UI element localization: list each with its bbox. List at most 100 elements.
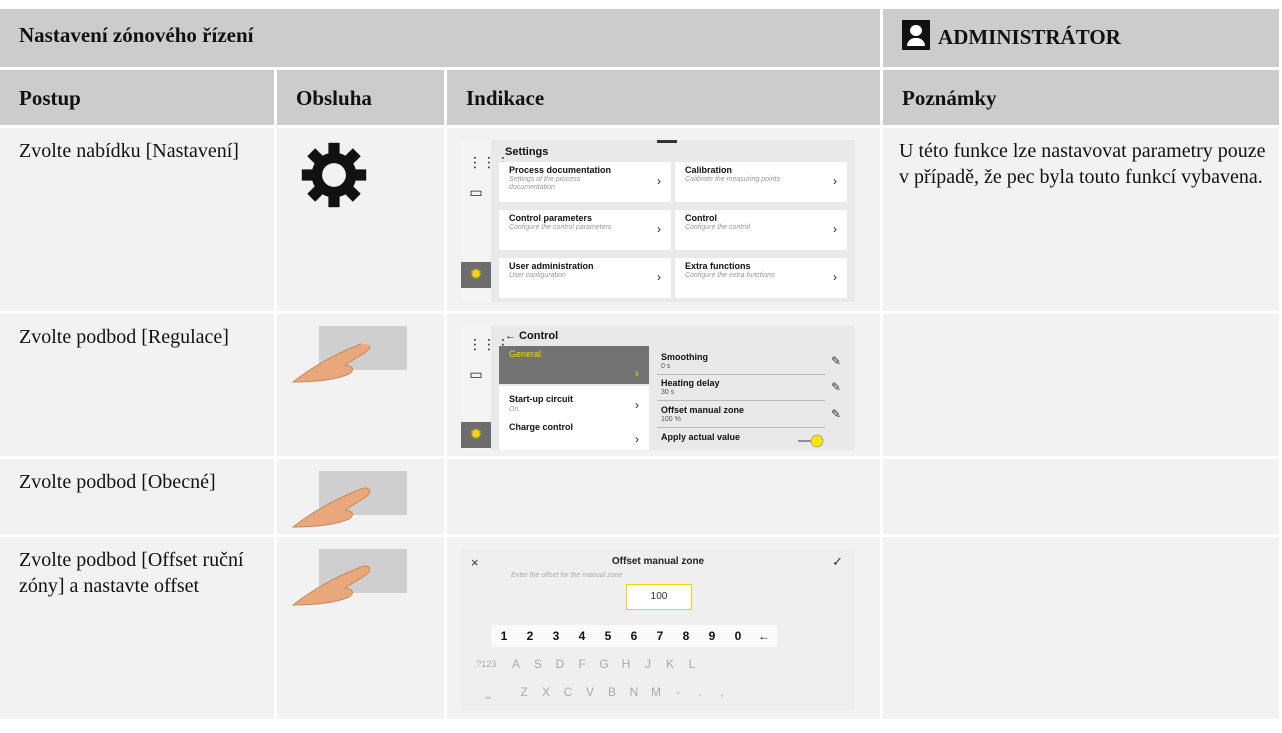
settings-nav-item: ✹ [461,262,491,288]
table-row: Zvolte nabídku [Nastavení] ⋮⋮⋮ ▭ ✹ Setti… [0,128,1282,314]
role-label: ADMINISTRÁTOR [883,9,1279,50]
col-indikace: Indikace [466,86,545,110]
card-subtitle: User configuration [509,272,566,279]
card-title: User administration [509,261,594,271]
procedure-table: Nastavení zónového řízení ADMINISTRÁTOR … [0,9,1282,722]
setting-title: Offset manual zone [661,405,745,415]
step-text: Zvolte podbod [Offset ruční zóny] a nast… [19,549,244,597]
control-general-item: General › [499,346,649,384]
card-title: Calibration [685,165,733,175]
toggle-switch [798,434,824,448]
chevron-right-icon: › [833,270,837,284]
key: 2 [517,625,543,647]
step-text: Zvolte nabídku [Nastavení] [19,140,239,162]
grid-menu-icon: ⋮⋮⋮ [468,336,510,352]
key: .?123 [473,659,497,669]
finger-tap-icon [291,471,407,528]
table-title-row: Nastavení zónového řízení ADMINISTRÁTOR [0,9,1282,70]
key: 6 [621,625,647,647]
chart-icon: ▭ [469,184,483,200]
keyboard-row-letters-1: .?123 A S D F G H J K L [461,653,855,677]
check-icon: ✓ [832,554,843,569]
table-title: Nastavení zónového řízení [19,23,254,47]
top-fragment [260,0,960,3]
key: 7 [647,625,673,647]
key: J [645,657,651,671]
key: F [578,657,586,671]
key: X [541,685,550,699]
chevron-right-icon: › [657,222,661,236]
card-subtitle: Configure the extra functions [685,272,775,279]
key: K [665,657,674,671]
setting-title: Apply actual value [661,432,741,442]
key: 9 [699,625,725,647]
step-text: Zvolte podbod [Obecné] [19,471,216,493]
key: A [511,657,520,671]
control-screen: ⋮⋮⋮ ▭ ✹ ← Control General › Start-up cir… [461,326,855,450]
key: 3 [543,625,569,647]
table-row: Zvolte podbod [Offset ruční zóny] a nast… [0,537,1282,722]
key: H [621,657,631,671]
key: 5 [595,625,621,647]
finger-tap-icon [291,326,407,383]
col-postup: Postup [19,86,81,110]
key: M [651,685,661,699]
note-text: U této funkce lze nastavovat parametry p… [899,140,1266,188]
key: 4 [569,625,595,647]
control-detail-list: Smoothing 0 s ✎ Heating delay 30 s ✎ Off… [651,346,855,450]
card-subtitle: Settings of the process documentation [509,176,581,191]
card-title: Control [685,213,717,223]
gear-icon [301,142,367,208]
keyboard-screen: × Offset manual zone ✓ Enter the offset … [461,549,855,711]
chevron-right-icon: › [635,398,639,412]
card-subtitle: Configure the control parameters [509,224,612,231]
card-title: Charge control [509,422,574,432]
step-text: Zvolte podbod [Regulace] [19,326,229,348]
key: 1 [491,625,517,647]
card-control: Control Configure the control › [675,210,847,250]
key: . [698,685,702,699]
table-row: Zvolte podbod [Obecné] [0,459,1282,537]
grid-menu-icon: ⋮⋮⋮ [468,154,510,170]
setting-title: Heating delay [661,378,720,388]
card-title: Extra functions [685,261,751,271]
chevron-right-icon: › [833,174,837,188]
setting-value: 100 % [661,416,681,423]
space-key: ⎵ [485,685,491,699]
divider [657,374,825,375]
column-header-row: Postup Obsluha Indikace Poznámky [0,70,1282,128]
finger-tap-icon [291,549,407,606]
settings-nav-item: ✹ [461,422,491,448]
chevron-right-icon: › [833,222,837,236]
role-text: ADMINISTRÁTOR [938,25,1121,49]
card-title: Control parameters [509,213,593,223]
offset-input: 100 [626,584,692,610]
chevron-right-icon: › [635,366,639,380]
chevron-right-icon: › [635,432,639,446]
nav-rail: ⋮⋮⋮ ▭ ✹ [461,140,510,302]
divider [657,400,825,401]
chevron-right-icon: › [657,270,661,284]
screen-title: Settings [505,146,549,158]
key: L [688,657,696,671]
control-startup-item: Start-up circuit On › [499,386,649,418]
setting-value: 30 s [661,389,675,396]
key: G [599,657,609,671]
keyboard-row-letters-2: ⎵ Z X C V B N M - . , [461,681,855,705]
chart-icon: ▭ [469,366,483,382]
setting-value: 0 s [661,363,671,370]
card-title: Process documentation [509,165,612,175]
card-subtitle: On [509,406,519,413]
key: - [676,685,680,699]
control-charge-item: Charge control › [499,418,649,450]
backspace-key: ← [751,625,777,647]
setting-title: Smoothing [661,352,708,362]
settings-screen: ⋮⋮⋮ ▭ ✹ Settings Process documentation S… [461,140,855,302]
col-poznamky: Poznámky [902,86,997,110]
card-control-parameters: Control parameters Configure the control… [499,210,671,250]
card-user-administration: User administration User configuration › [499,258,671,298]
card-title: General [509,349,542,359]
gear-icon: ✹ [469,266,483,283]
card-title: Start-up circuit [509,394,574,404]
dialog-title: Offset manual zone [611,556,705,567]
